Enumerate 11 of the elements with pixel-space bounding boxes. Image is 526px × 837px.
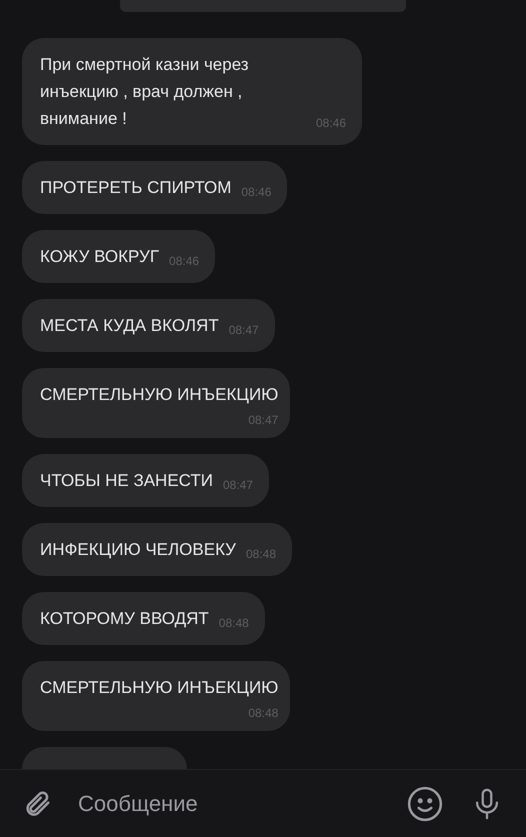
message-text: СМЕРТЕЛЬНУЮ ИНЪЕКЦИЮ (40, 677, 278, 699)
message-text: ИНФЕКЦИЮ ЧЕЛОВЕКУ (40, 539, 236, 561)
message-text: ЧТОБЫ НЕ ЗАНЕСТИ (40, 470, 213, 492)
message-text: МЕСТА КУДА ВКОЛЯТ (40, 315, 219, 337)
message-text: ПРОТЕРЕТЬ СПИРТОМ (40, 177, 232, 199)
message-text: При смертной казни через инъекцию , врач должен , внимание ! (40, 54, 250, 130)
message-text: КОТОРОМУ ВВОДЯТ (40, 608, 209, 630)
smiley-icon[interactable] (406, 784, 444, 822)
message-text: СМЕРТЕЛЬНУЮ ИНЪЕКЦИЮ (40, 384, 278, 406)
message-input[interactable]: Сообщение (78, 787, 380, 820)
message-text: КОЖУ ВОКРУГ (40, 246, 160, 268)
